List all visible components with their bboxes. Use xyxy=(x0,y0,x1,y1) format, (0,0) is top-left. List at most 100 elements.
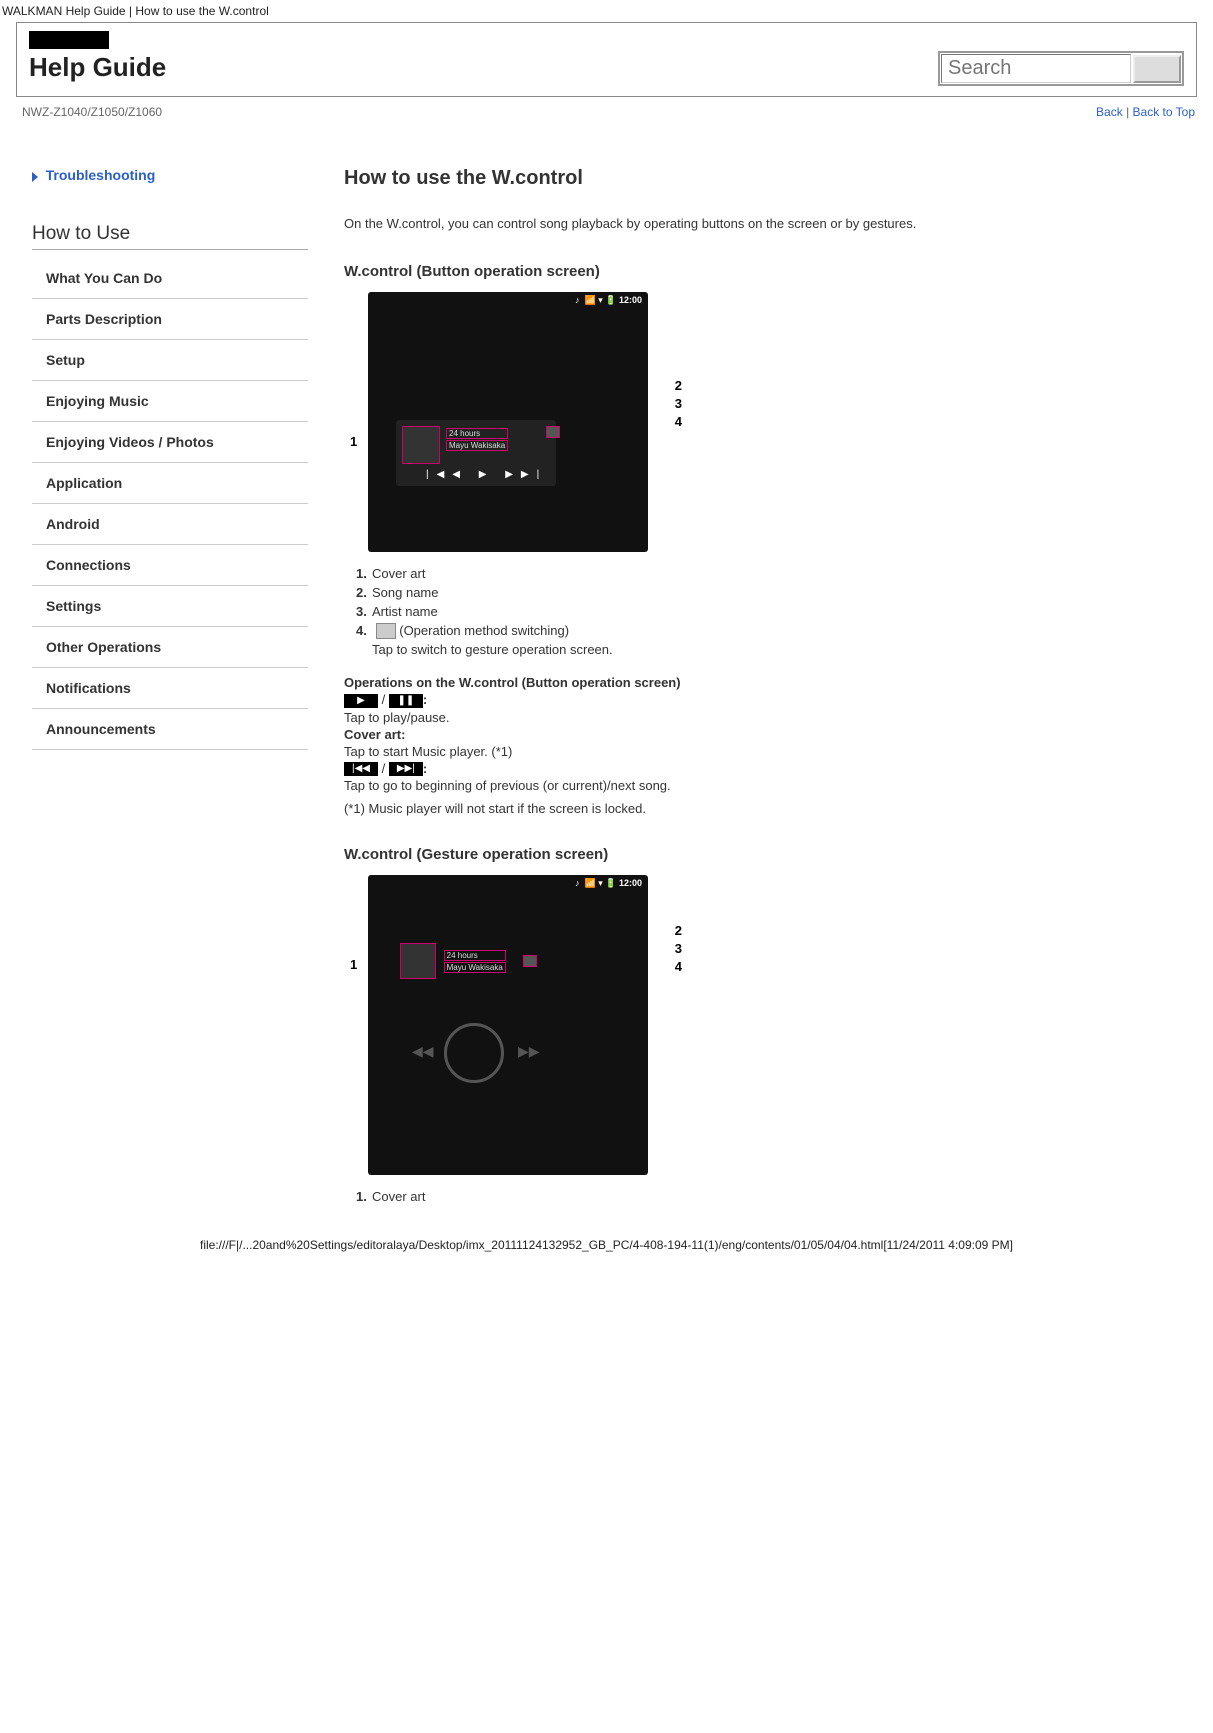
sony-logo xyxy=(29,31,109,49)
callout-4: 4 xyxy=(675,414,682,429)
nav-item-parts-description[interactable]: Parts Description xyxy=(32,299,308,340)
figure-cover-art xyxy=(400,943,436,979)
figure-song-name: 24 hours xyxy=(444,950,506,961)
footnote-1: (*1) Music player will not start if the … xyxy=(344,801,1195,816)
sidebar: Troubleshooting How to Use What You Can … xyxy=(18,167,308,1222)
legend-item: 1.Cover art xyxy=(356,1189,1195,1204)
nav-item-settings[interactable]: Settings xyxy=(32,586,308,627)
search-button[interactable] xyxy=(1133,55,1181,83)
figure-artist-name: Mayu Wakisaka xyxy=(446,440,508,451)
back-link[interactable]: Back xyxy=(1096,105,1123,119)
article-title: How to use the W.control xyxy=(344,167,1195,190)
troubleshooting-link[interactable]: Troubleshooting xyxy=(32,167,308,183)
nav-item-setup[interactable]: Setup xyxy=(32,340,308,381)
pause-icon: ❚❚ xyxy=(389,694,423,708)
subheader: NWZ-Z1040/Z1050/Z1060 Back | Back to Top xyxy=(0,97,1213,127)
callout-3: 3 xyxy=(675,396,682,411)
footer-path: file:///F|/...20and%20Settings/editorala… xyxy=(0,1222,1213,1258)
legend-sub: Tap to switch to gesture operation scree… xyxy=(372,642,1195,657)
nav-item-enjoying-music[interactable]: Enjoying Music xyxy=(32,381,308,422)
nav-list: What You Can Do Parts Description Setup … xyxy=(32,258,308,750)
page-title: Help Guide xyxy=(29,52,166,83)
figure-gesture-screen: ♪ 📶 ▾ 🔋 12:00 24 hours Mayu Wakisaka ◀◀ … xyxy=(368,875,648,1175)
status-bar: ♪ 📶 ▾ 🔋 12:00 xyxy=(575,295,642,306)
nav-item-what-you-can-do[interactable]: What You Can Do xyxy=(32,258,308,299)
back-links: Back | Back to Top xyxy=(1096,105,1195,119)
wcontrol-widget: 24 hours Mayu Wakisaka |◀◀ ▶ ▶▶| xyxy=(396,420,556,486)
nav-item-android[interactable]: Android xyxy=(32,504,308,545)
section-2-heading: W.control (Gesture operation screen) xyxy=(344,846,1195,863)
legend-num: 4. xyxy=(356,623,372,638)
nav-item-connections[interactable]: Connections xyxy=(32,545,308,586)
nav-item-enjoying-videos-photos[interactable]: Enjoying Videos / Photos xyxy=(32,422,308,463)
callout-3: 3 xyxy=(675,941,682,956)
nav-item-other-operations[interactable]: Other Operations xyxy=(32,627,308,668)
legend-text: Cover art xyxy=(372,1189,425,1204)
gesture-prev-icon: ◀◀ xyxy=(412,1043,434,1060)
legend-num: 1. xyxy=(356,1189,372,1204)
legend-num: 3. xyxy=(356,604,372,619)
legend-text: Song name xyxy=(372,585,439,600)
troubleshooting-label: Troubleshooting xyxy=(46,167,156,183)
search-input[interactable] xyxy=(941,54,1131,83)
legend-text: Artist name xyxy=(372,604,438,619)
nav-item-application[interactable]: Application xyxy=(32,463,308,504)
gesture-next-icon: ▶▶ xyxy=(518,1043,540,1060)
play-desc: Tap to play/pause. xyxy=(344,710,1195,725)
legend-item: 4. (Operation method switching) Tap to s… xyxy=(356,623,1195,658)
colon: : xyxy=(423,761,427,776)
article-intro: On the W.control, you can control song p… xyxy=(344,214,1195,235)
play-pause-row: ▶ / ❚❚: xyxy=(344,692,1195,708)
prevnext-desc: Tap to go to beginning of previous (or c… xyxy=(344,778,1195,793)
switch-icon xyxy=(376,623,396,639)
nav-item-notifications[interactable]: Notifications xyxy=(32,668,308,709)
nav-item-announcements[interactable]: Announcements xyxy=(32,709,308,750)
callout-2: 2 xyxy=(675,378,682,393)
gesture-circle-icon xyxy=(444,1023,504,1083)
play-icon: ▶ xyxy=(344,694,378,708)
figure-switch-icon xyxy=(523,955,537,967)
prev-icon: |◀◀ xyxy=(344,762,378,776)
prev-next-row: |◀◀ / ▶▶|: xyxy=(344,761,1195,777)
legend-text: (Operation method switching) xyxy=(396,623,569,638)
search-container xyxy=(938,51,1184,86)
callout-1: 1 xyxy=(350,434,357,449)
status-time: 12:00 xyxy=(619,878,642,888)
legend-list-1: 1.Cover art 2.Song name 3.Artist name 4.… xyxy=(356,566,1195,658)
legend-num: 2. xyxy=(356,585,372,600)
figure-2-wrap: ♪ 📶 ▾ 🔋 12:00 24 hours Mayu Wakisaka ◀◀ … xyxy=(368,875,648,1175)
colon: : xyxy=(423,692,427,707)
figure-switch-icon xyxy=(546,426,560,438)
legend-num: 1. xyxy=(356,566,372,581)
figure-cover-art xyxy=(402,426,440,464)
window-title: WALKMAN Help Guide | How to use the W.co… xyxy=(0,0,1213,22)
cover-art-desc: Tap to start Music player. (*1) xyxy=(344,744,1195,759)
legend-text: Cover art xyxy=(372,566,425,581)
legend-item: 2.Song name xyxy=(356,585,1195,600)
figure-1-wrap: ♪ 📶 ▾ 🔋 12:00 24 hours Mayu Wakisaka |◀◀… xyxy=(368,292,648,552)
main-content: How to use the W.control On the W.contro… xyxy=(308,167,1195,1222)
callout-4: 4 xyxy=(675,959,682,974)
legend-item: 3.Artist name xyxy=(356,604,1195,619)
figure-song-name: 24 hours xyxy=(446,428,508,439)
status-bar: ♪ 📶 ▾ 🔋 12:00 xyxy=(575,878,642,889)
figure-artist-name: Mayu Wakisaka xyxy=(444,962,506,973)
how-to-use-heading: How to Use xyxy=(32,223,308,250)
back-to-top-link[interactable]: Back to Top xyxy=(1133,105,1195,119)
figure-button-screen: ♪ 📶 ▾ 🔋 12:00 24 hours Mayu Wakisaka |◀◀… xyxy=(368,292,648,552)
cover-art-label: Cover art: xyxy=(344,727,1195,742)
model-text: NWZ-Z1040/Z1050/Z1060 xyxy=(22,105,162,119)
figure-playback-buttons: |◀◀ ▶ ▶▶| xyxy=(426,469,547,480)
next-icon: ▶▶| xyxy=(389,762,423,776)
section-1-heading: W.control (Button operation screen) xyxy=(344,263,1195,280)
figure-g-info: 24 hours Mayu Wakisaka xyxy=(400,943,537,979)
header: Help Guide xyxy=(16,22,1197,97)
status-time: 12:00 xyxy=(619,295,642,305)
figure-song-info: 24 hours Mayu Wakisaka xyxy=(446,428,508,451)
legend-item: 1.Cover art xyxy=(356,566,1195,581)
legend-list-2: 1.Cover art xyxy=(356,1189,1195,1204)
operations-heading-1: Operations on the W.control (Button oper… xyxy=(344,675,1195,690)
callout-2: 2 xyxy=(675,923,682,938)
callout-1: 1 xyxy=(350,957,357,972)
chevron-right-icon xyxy=(32,172,38,182)
